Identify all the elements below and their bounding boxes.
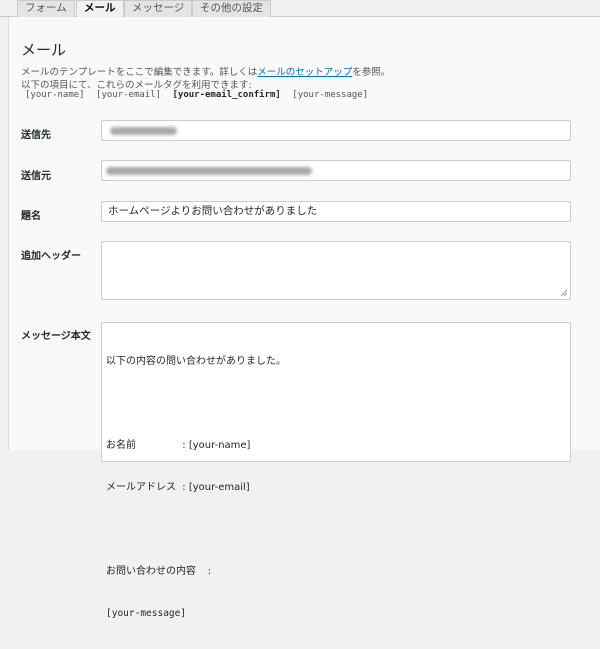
mail-tags: [your-name] [your-email] [your-email_con… (25, 90, 374, 100)
body-line: メールアドレス : [your-email] (106, 482, 250, 493)
from-field[interactable] (101, 160, 571, 181)
message-body-text: 以下の内容の問い合わせがありました。 お名前 : [your-name] メール… (106, 327, 286, 649)
mail-panel: メール メールのテンプレートをここで編集できます。詳しくはメールのセットアップを… (8, 17, 600, 619)
mail-section-title: メール (21, 41, 67, 59)
body-line: お問い合わせの内容 : (106, 566, 212, 577)
body-line: お名前 : [your-name] (106, 440, 251, 451)
mail-tag: [your-email] (96, 90, 162, 100)
mail-tags-intro: 以下の項目にて、これらのメールタグを利用できます: (21, 80, 252, 91)
subject-label: 題名 (21, 211, 41, 222)
tab-other-settings[interactable]: その他の設定 (192, 0, 271, 17)
mail-description: メールのテンプレートをここで編集できます。詳しくはメールのセットアップを参照。 (21, 64, 390, 78)
additional-headers-label: 追加ヘッダー (21, 251, 81, 262)
message-body-label: メッセージ本文 (21, 331, 91, 342)
body-line: 以下の内容の問い合わせがありました。 (106, 356, 286, 367)
redacted-recipient (110, 127, 177, 135)
mail-tag: [your-email_confirm] (172, 90, 281, 100)
redacted-sender (106, 167, 312, 175)
tab-messages[interactable]: メッセージ (124, 0, 193, 17)
mail-tag: [your-name] (25, 90, 85, 100)
message-body-textarea[interactable]: 以下の内容の問い合わせがありました。 お名前 : [your-name] メール… (101, 322, 571, 619)
mail-tag: [your-message] (292, 90, 369, 100)
resize-grip-icon[interactable] (560, 289, 568, 297)
mail-setup-link[interactable]: メールのセットアップ (257, 67, 352, 78)
additional-headers-textarea[interactable] (101, 241, 571, 300)
tab-bar: フォーム メール メッセージ その他の設定 (0, 0, 600, 18)
desc-suffix: を参照。 (352, 67, 391, 78)
body-line (106, 523, 286, 537)
tab-mail[interactable]: メール (76, 0, 124, 18)
to-label: 送信先 (21, 130, 51, 141)
subject-field[interactable]: ホームページよりお問い合わせがありました (101, 201, 571, 222)
body-line (106, 397, 286, 411)
to-field[interactable] (101, 120, 571, 141)
from-label: 送信元 (21, 171, 51, 182)
tab-form[interactable]: フォーム (17, 0, 75, 17)
body-line: [your-message] (106, 608, 187, 619)
